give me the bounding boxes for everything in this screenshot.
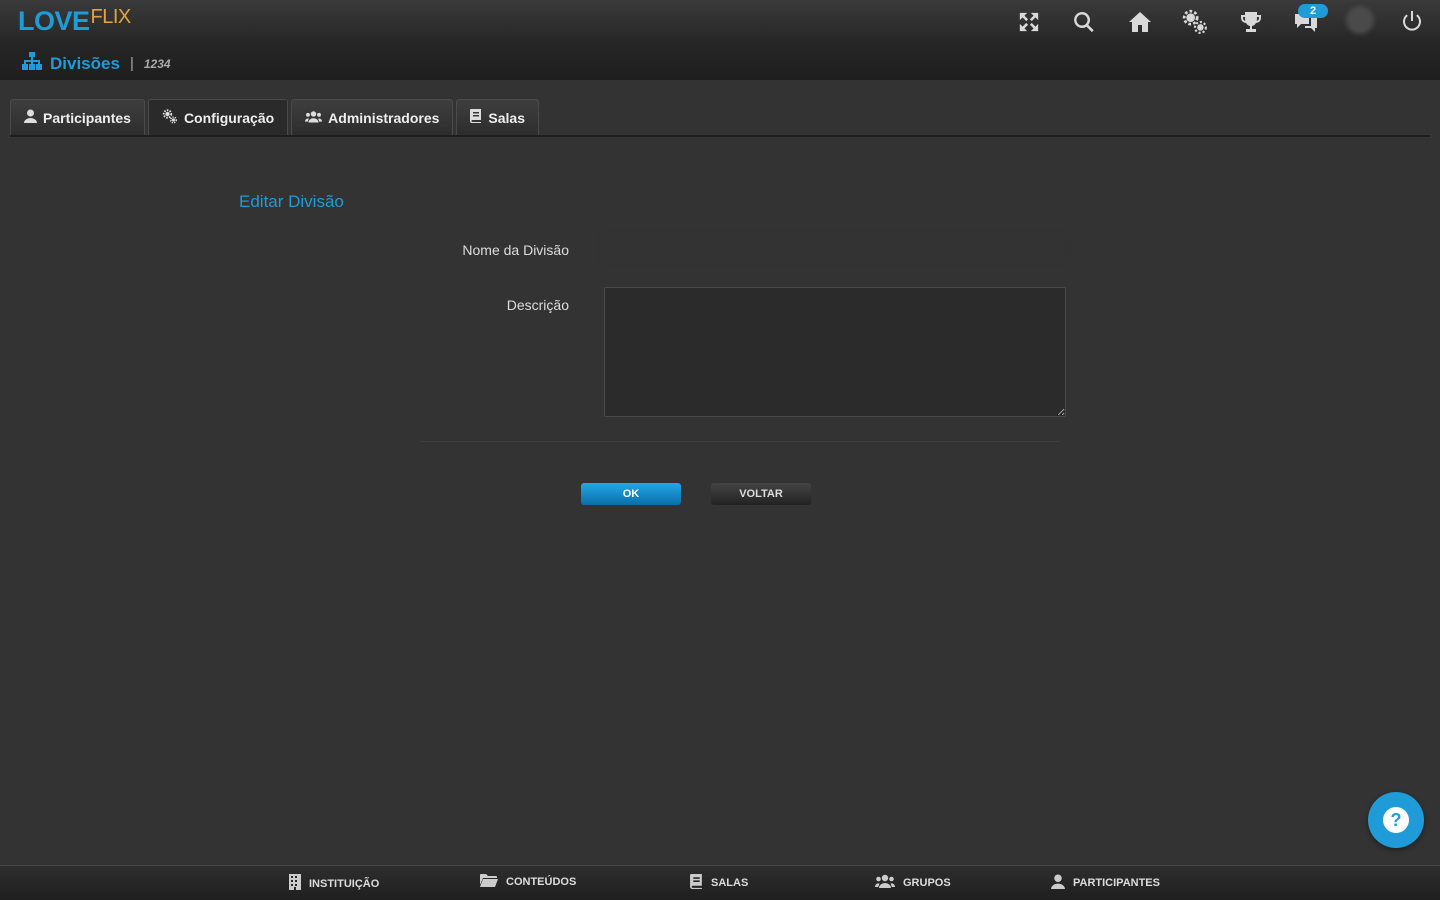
breadcrumb: Divisões | 1234 (22, 52, 171, 75)
sub-header: Divisões | 1234 (0, 44, 1440, 80)
sitemap-icon (22, 52, 42, 75)
home-icon[interactable] (1126, 8, 1154, 36)
tab-label: Salas (488, 109, 526, 126)
division-name-input[interactable] (604, 234, 1065, 262)
tab-label: Administradores (328, 109, 440, 126)
bottom-nav-label: SALAS (711, 877, 749, 889)
tab-label: Configuração (183, 109, 275, 126)
users-icon (874, 874, 896, 891)
form-title: Editar Divisão (239, 192, 344, 211)
book-icon (690, 874, 703, 892)
description-textarea[interactable] (604, 287, 1066, 417)
logo-flix: FLIX (90, 6, 132, 28)
breadcrumb-separator: | (129, 55, 134, 72)
bottom-nav-label: INSTITUIÇÃO (309, 877, 380, 890)
tab-label: Participantes (43, 109, 131, 126)
tab-bar: Participantes Configuração Administrador… (10, 99, 542, 135)
avatar[interactable] (1346, 6, 1374, 34)
division-code: 1234 (143, 56, 171, 71)
search-icon[interactable] (1070, 8, 1098, 36)
folder-icon (480, 874, 498, 890)
notification-badge: 2 (1298, 4, 1328, 18)
fullscreen-icon[interactable] (1015, 8, 1043, 36)
settings-icon[interactable] (1181, 8, 1209, 36)
cogs-icon (162, 108, 178, 127)
building-icon (289, 874, 301, 893)
tab-participantes[interactable]: Participantes (10, 99, 145, 135)
users-icon (305, 110, 323, 126)
tab-administradores[interactable]: Administradores (291, 99, 454, 135)
bottom-nav-label: CONTEÚDOS (506, 876, 577, 888)
ok-button[interactable]: OK (581, 483, 681, 505)
bottom-nav: INSTITUIÇÃO CONTEÚDOS SALAS GRUPOS PARTI… (0, 865, 1440, 900)
bottom-nav-participantes[interactable]: PARTICIPANTES (1051, 874, 1160, 892)
tab-salas[interactable]: Salas (456, 99, 540, 135)
form-divider (420, 441, 1060, 442)
bottom-nav-conteudos[interactable]: CONTEÚDOS (480, 874, 576, 890)
power-icon[interactable] (1398, 8, 1426, 36)
page-title[interactable]: Divisões (50, 54, 120, 74)
top-bar: LOVEFLIX 2 (0, 0, 1440, 44)
help-button[interactable]: ? (1368, 792, 1424, 848)
book-icon (470, 109, 482, 126)
bottom-nav-grupos[interactable]: GRUPOS (874, 874, 951, 891)
tab-divider (10, 135, 1430, 137)
bottom-nav-label: GRUPOS (903, 876, 951, 889)
description-label: Descrição (506, 297, 569, 313)
user-icon (24, 109, 37, 126)
app-logo[interactable]: LOVEFLIX (18, 6, 131, 38)
back-button[interactable]: VOLTAR (711, 483, 811, 505)
bottom-nav-label: PARTICIPANTES (1073, 877, 1160, 889)
tab-configuracao[interactable]: Configuração (147, 99, 289, 135)
trophy-icon[interactable] (1237, 8, 1265, 36)
name-label: Nome da Divisão (462, 242, 569, 258)
bottom-nav-instituicao[interactable]: INSTITUIÇÃO (289, 874, 379, 893)
user-icon (1051, 874, 1065, 892)
question-icon: ? (1383, 807, 1409, 833)
bottom-nav-salas[interactable]: SALAS (690, 874, 748, 892)
logo-love: LOVE (18, 6, 90, 36)
